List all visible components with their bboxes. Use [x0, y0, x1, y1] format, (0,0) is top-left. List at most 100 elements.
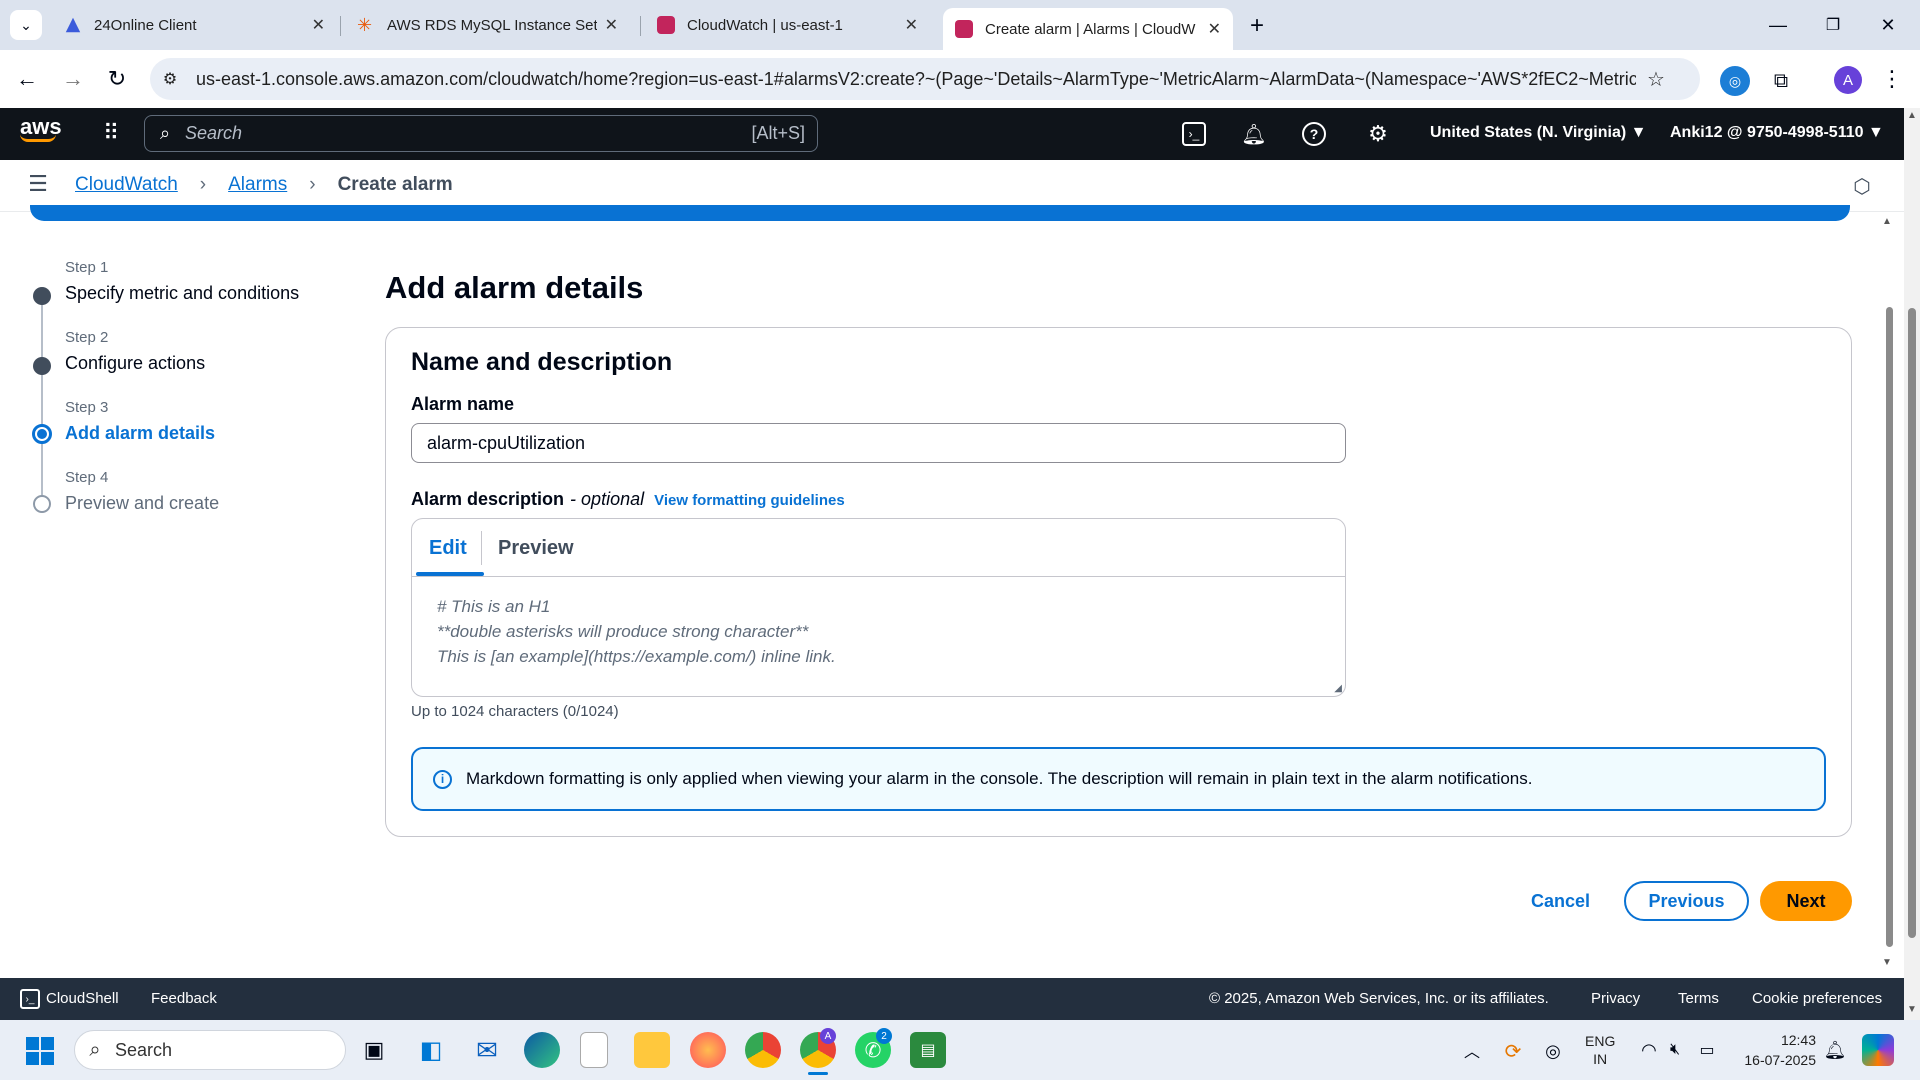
breadcrumb-alarms[interactable]: Alarms — [228, 174, 287, 196]
aws-footer: ›_ CloudShell Feedback © 2025, Amazon We… — [0, 978, 1904, 1020]
breadcrumb-current: Create alarm — [337, 174, 453, 195]
wifi-icon[interactable]: ◠ — [1637, 1038, 1661, 1062]
wizard-steps: Step 1 Specify metric and conditions Ste… — [30, 255, 350, 515]
tab-edit[interactable]: Edit — [429, 537, 467, 560]
search-icon: ⌕ — [159, 123, 171, 143]
section-title: Name and description — [411, 348, 673, 376]
close-tab-icon[interactable]: ✕ — [1208, 19, 1221, 39]
browser-tab-active[interactable]: Create alarm | Alarms | CloudW ✕ — [943, 8, 1233, 50]
tab-favicon-icon — [955, 20, 973, 38]
tab-favicon-icon — [65, 17, 81, 33]
file-explorer-icon[interactable] — [634, 1032, 670, 1068]
clock[interactable]: 12:43 16-07-2025 — [1730, 1030, 1816, 1070]
taskbar-search-input[interactable]: ⌕ Search — [74, 1030, 346, 1070]
inner-scrollbar[interactable]: ▲ ▼ — [1882, 212, 1896, 968]
step-number: Step 3 — [65, 399, 109, 416]
resize-handle-icon[interactable]: ◢ — [1334, 683, 1342, 694]
privacy-link[interactable]: Privacy — [1591, 990, 1640, 1007]
widgets-icon[interactable]: ◧ — [413, 1032, 449, 1068]
task-view-icon[interactable]: ▣ — [356, 1032, 392, 1068]
close-window-button[interactable]: ✕ — [1870, 10, 1906, 40]
profile-avatar[interactable]: A — [1834, 66, 1862, 94]
windows-start-icon[interactable] — [26, 1037, 54, 1065]
mail-icon[interactable]: ✉ — [469, 1032, 505, 1068]
next-button[interactable]: Next — [1760, 881, 1852, 921]
close-tab-icon[interactable]: ✕ — [312, 15, 325, 35]
notifications-bell-icon[interactable]: 🔔︎ — [1240, 120, 1268, 148]
breadcrumb: CloudWatch › Alarms › Create alarm — [75, 174, 453, 196]
tab-search-button[interactable]: ⌄ — [10, 10, 42, 40]
browser-menu-icon[interactable]: ⋮ — [1880, 64, 1904, 94]
tab-preview[interactable]: Preview — [498, 537, 574, 560]
cancel-button[interactable]: Cancel — [1518, 881, 1603, 921]
terms-link[interactable]: Terms — [1678, 990, 1719, 1007]
services-grid-icon[interactable]: ⠿ — [98, 120, 124, 146]
view-formatting-guidelines-link[interactable]: View formatting guidelines — [654, 492, 845, 509]
browser-tab[interactable]: 24Online Client ✕ — [52, 8, 337, 42]
help-icon[interactable]: ? — [1302, 122, 1326, 146]
step-current-indicator — [32, 424, 52, 444]
sync-icon[interactable]: ⟳ — [1500, 1038, 1526, 1064]
copyright-text: © 2025, Amazon Web Services, Inc. or its… — [1209, 990, 1549, 1007]
forward-icon[interactable]: → — [58, 64, 88, 94]
cookie-preferences-link[interactable]: Cookie preferences — [1752, 990, 1882, 1007]
page-title: Add alarm details — [385, 270, 644, 305]
step-label[interactable]: Specify metric and conditions — [65, 283, 299, 304]
region-selector[interactable]: United States (N. Virginia) ▼ — [1430, 124, 1646, 142]
account-menu[interactable]: Anki12 @ 9750-4998-5110 ▼ — [1670, 124, 1884, 142]
alarm-name-input[interactable]: alarm-cpuUtilization — [411, 423, 1346, 463]
step-done-indicator — [33, 357, 51, 375]
site-info-icon[interactable]: ⚙ — [150, 69, 190, 89]
flash-banner-edge — [30, 205, 1850, 221]
extension-icon[interactable]: ◎ — [1720, 66, 1750, 96]
character-count-hint: Up to 1024 characters (0/1024) — [411, 703, 619, 720]
restore-window-button[interactable]: ❐ — [1815, 10, 1851, 40]
description-textarea[interactable]: # This is an H1 **double asterisks will … — [412, 577, 1345, 696]
settings-gear-icon[interactable]: ⚙ — [1364, 120, 1392, 148]
cloudshell-icon[interactable]: ›_ — [1182, 122, 1206, 146]
language-indicator[interactable]: ENG IN — [1585, 1032, 1615, 1068]
address-bar[interactable]: ⚙ us-east-1.console.aws.amazon.com/cloud… — [150, 58, 1700, 100]
back-icon[interactable]: ← — [12, 64, 42, 94]
volume-muted-icon[interactable]: 🔇︎ — [1663, 1038, 1687, 1062]
close-tab-icon[interactable]: ✕ — [905, 15, 918, 35]
minimize-window-button[interactable]: — — [1760, 10, 1796, 40]
extensions-puzzle-icon[interactable]: ⧉ — [1766, 66, 1796, 96]
chrome-icon[interactable] — [745, 1032, 781, 1068]
info-alert: i Markdown formatting is only applied wh… — [411, 747, 1826, 811]
chrome-profile-badge: A — [820, 1028, 836, 1044]
bookmark-star-icon[interactable]: ☆ — [1636, 67, 1676, 92]
show-hidden-icons-chevron-icon[interactable]: ︿ — [1460, 1038, 1484, 1062]
copilot-icon[interactable] — [1862, 1034, 1894, 1066]
url-text: us-east-1.console.aws.amazon.com/cloudwa… — [196, 68, 1636, 89]
feedback-link[interactable]: Feedback — [151, 990, 217, 1007]
battery-icon[interactable]: ▭ — [1694, 1038, 1720, 1062]
aws-search-input[interactable]: ⌕ Search [Alt+S] — [144, 115, 818, 152]
firefox-icon[interactable] — [690, 1032, 726, 1068]
notifications-icon[interactable]: 🔔︎ — [1823, 1038, 1847, 1062]
search-icon: ⌕ — [89, 1038, 101, 1061]
page-scrollbar[interactable]: ▲ ▼ — [1904, 108, 1920, 1020]
image-app-icon[interactable]: ▤ — [910, 1032, 946, 1068]
hamburger-menu-icon[interactable]: ☰ — [26, 171, 50, 196]
aws-logo[interactable]: aws — [20, 116, 62, 142]
reload-icon[interactable]: ↻ — [102, 64, 132, 94]
browser-tab[interactable]: CloudWatch | us-east-1 ✕ — [645, 8, 930, 42]
new-tab-button[interactable]: + — [1243, 12, 1271, 40]
inner-scrollbar-thumb[interactable] — [1886, 307, 1893, 947]
browser-tab[interactable]: ✳ AWS RDS MySQL Instance Setu ✕ — [345, 8, 630, 42]
close-tab-icon[interactable]: ✕ — [605, 15, 618, 35]
cloudshell-link[interactable]: CloudShell — [46, 990, 119, 1007]
scrollbar-thumb[interactable] — [1908, 308, 1916, 938]
edge-browser-icon[interactable] — [524, 1032, 560, 1068]
step-number: Step 4 — [65, 469, 109, 486]
system-tray-icon[interactable]: ◎ — [1540, 1038, 1566, 1064]
notepad-icon[interactable] — [580, 1032, 608, 1068]
breadcrumb-cloudwatch[interactable]: CloudWatch — [75, 174, 178, 196]
cloudshell-footer-icon[interactable]: ›_ — [20, 989, 40, 1009]
step-label-current: Add alarm details — [65, 423, 216, 443]
previous-button[interactable]: Previous — [1624, 881, 1749, 921]
step-number: Step 1 — [65, 259, 109, 276]
settings-hexagon-icon[interactable]: ⬡ — [1850, 174, 1874, 198]
step-label[interactable]: Configure actions — [65, 353, 205, 374]
